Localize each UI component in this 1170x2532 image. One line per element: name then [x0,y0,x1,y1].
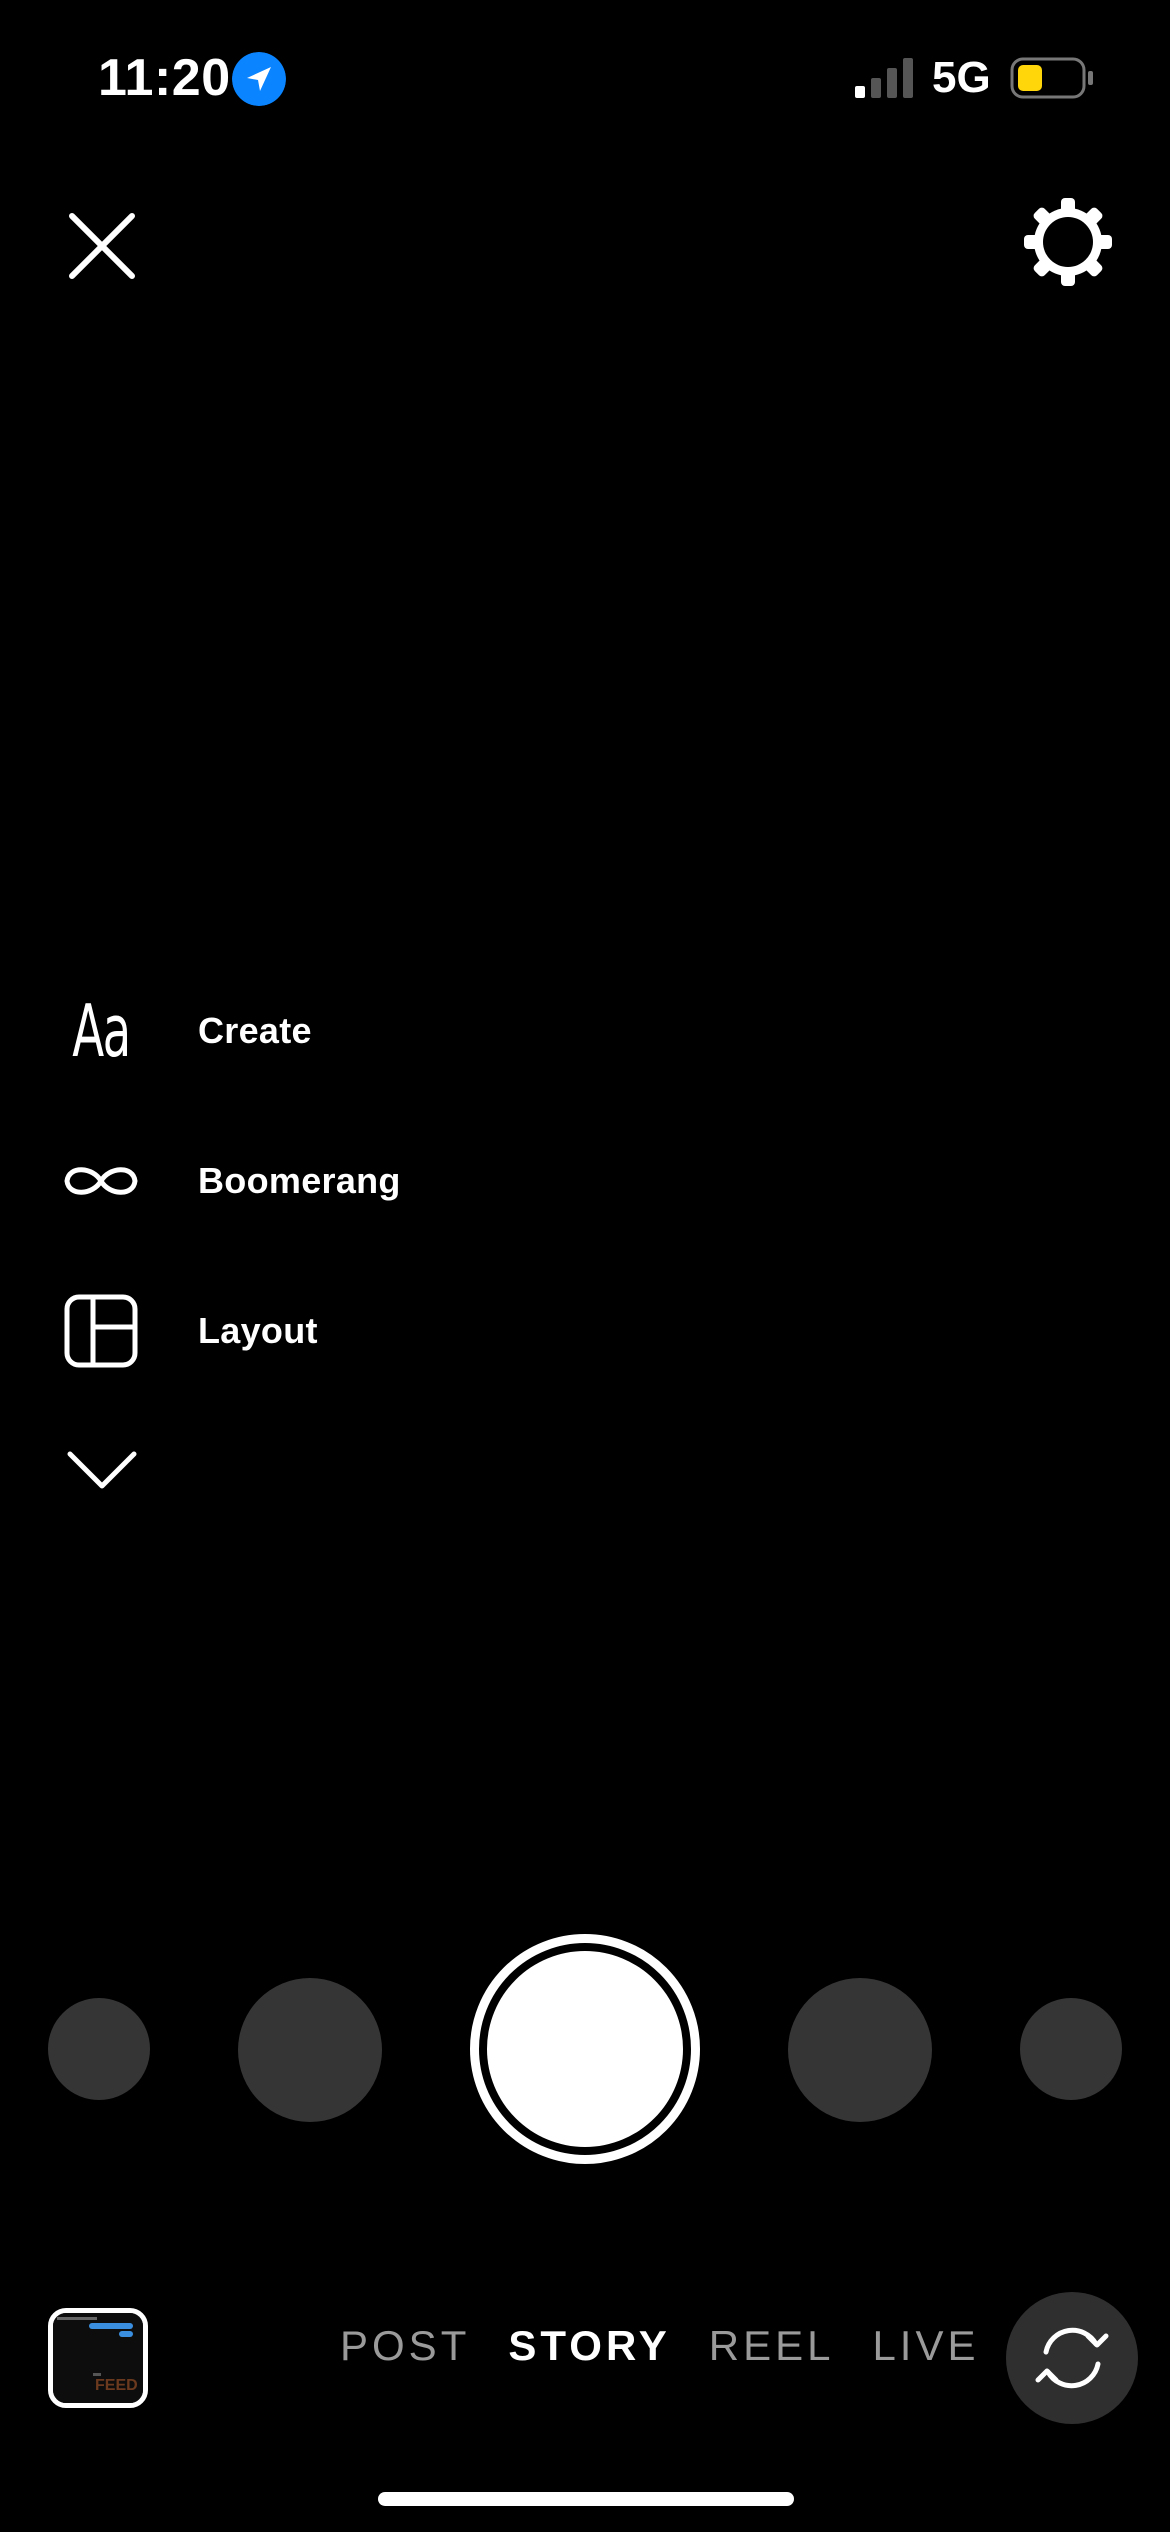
home-indicator[interactable] [378,2492,794,2506]
tool-boomerang[interactable]: Boomerang [56,1126,476,1236]
battery-icon [1010,57,1093,99]
tool-label-layout: Layout [198,1310,318,1351]
layout-grid-icon [56,1286,146,1376]
camera-flip-icon [1035,2327,1109,2389]
tool-create[interactable]: Aa Create [56,976,476,1086]
gear-icon[interactable] [1024,198,1112,286]
chevron-down-icon[interactable] [64,1442,140,1498]
tool-label-create: Create [198,1010,312,1051]
tab-post[interactable]: POST [340,2322,470,2370]
effect-option[interactable] [238,1978,382,2122]
network-type: 5G [932,53,991,102]
tool-label-boomerang: Boomerang [198,1160,401,1201]
gallery-thumb-text: FEED [95,2377,138,2394]
close-icon[interactable] [62,206,142,286]
flip-camera-button[interactable] [1006,2292,1138,2424]
shutter-button[interactable] [470,1934,700,2164]
tool-layout[interactable]: Layout [56,1276,476,1386]
text-aa-icon: Aa [72,989,131,1073]
effect-option[interactable] [48,1998,150,2100]
tab-reel[interactable]: REEL [709,2322,835,2370]
infinity-icon [56,1136,146,1226]
status-time: 11:20 [98,49,231,107]
signal-strength-icon [855,58,913,98]
shutter-core [487,1951,683,2147]
tab-live[interactable]: LIVE [872,2322,979,2370]
location-arrow-icon [232,52,286,106]
effect-option[interactable] [1020,1998,1122,2100]
tab-story[interactable]: STORY [508,2322,670,2370]
mode-tabs: POST STORY REEL LIVE [340,2322,980,2370]
gallery-thumbnail[interactable]: FEED [48,2308,148,2408]
effect-option[interactable] [788,1978,932,2122]
